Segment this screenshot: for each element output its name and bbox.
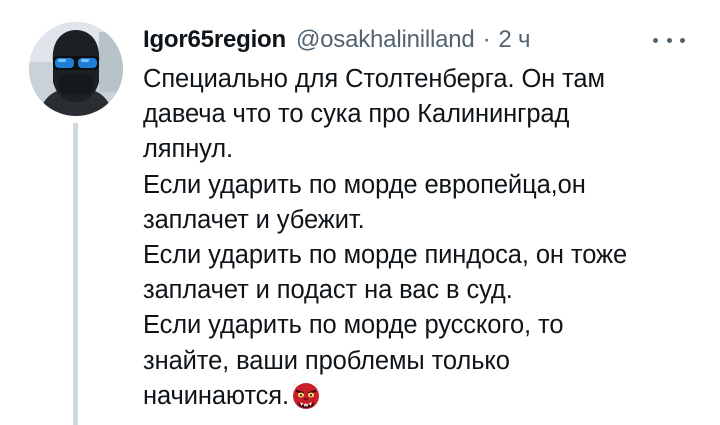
avatar-photo xyxy=(29,22,123,116)
more-horizontal-icon xyxy=(653,37,658,43)
tweet-line: заплачет и убежит. xyxy=(143,205,365,234)
tweet-line: давеча что то сука про Калининград xyxy=(143,100,570,129)
tweet-last-line: начинаются. xyxy=(143,379,713,420)
tweet-line: заплачет и подаст на вас в суд. xyxy=(143,276,513,305)
user-handle[interactable]: @osakhalinilland xyxy=(296,26,475,54)
tweet-header: Igor65region @osakhalinilland · 2 ч xyxy=(143,24,530,56)
display-name[interactable]: Igor65region xyxy=(143,26,286,54)
tweet-line: Если ударить по морде пиндоса, он тоже xyxy=(143,241,628,270)
separator-dot: · xyxy=(482,26,491,53)
thread-line xyxy=(73,123,78,425)
tweet-line: знайте, ваши проблемы только xyxy=(143,346,510,375)
tweet-line: Если ударить по морде европейца,он xyxy=(143,170,586,199)
more-options-button[interactable] xyxy=(649,30,689,50)
avatar[interactable] xyxy=(29,22,123,116)
tweet-line: Специально для Столтенберга. Он там xyxy=(143,65,605,93)
tweet-timestamp[interactable]: 2 ч xyxy=(498,26,530,54)
tweet-text: Специально для Столтенберга. Он там даве… xyxy=(143,62,713,420)
tweet-line: начинаются. xyxy=(143,381,289,410)
tweet-line: Если ударить по морде русского, то xyxy=(143,311,564,340)
more-horizontal-icon-dot xyxy=(680,37,685,43)
tweet-line: ляпнул. xyxy=(143,135,234,164)
ogre-emoji-icon xyxy=(291,380,321,420)
more-horizontal-icon-dot xyxy=(666,37,672,43)
